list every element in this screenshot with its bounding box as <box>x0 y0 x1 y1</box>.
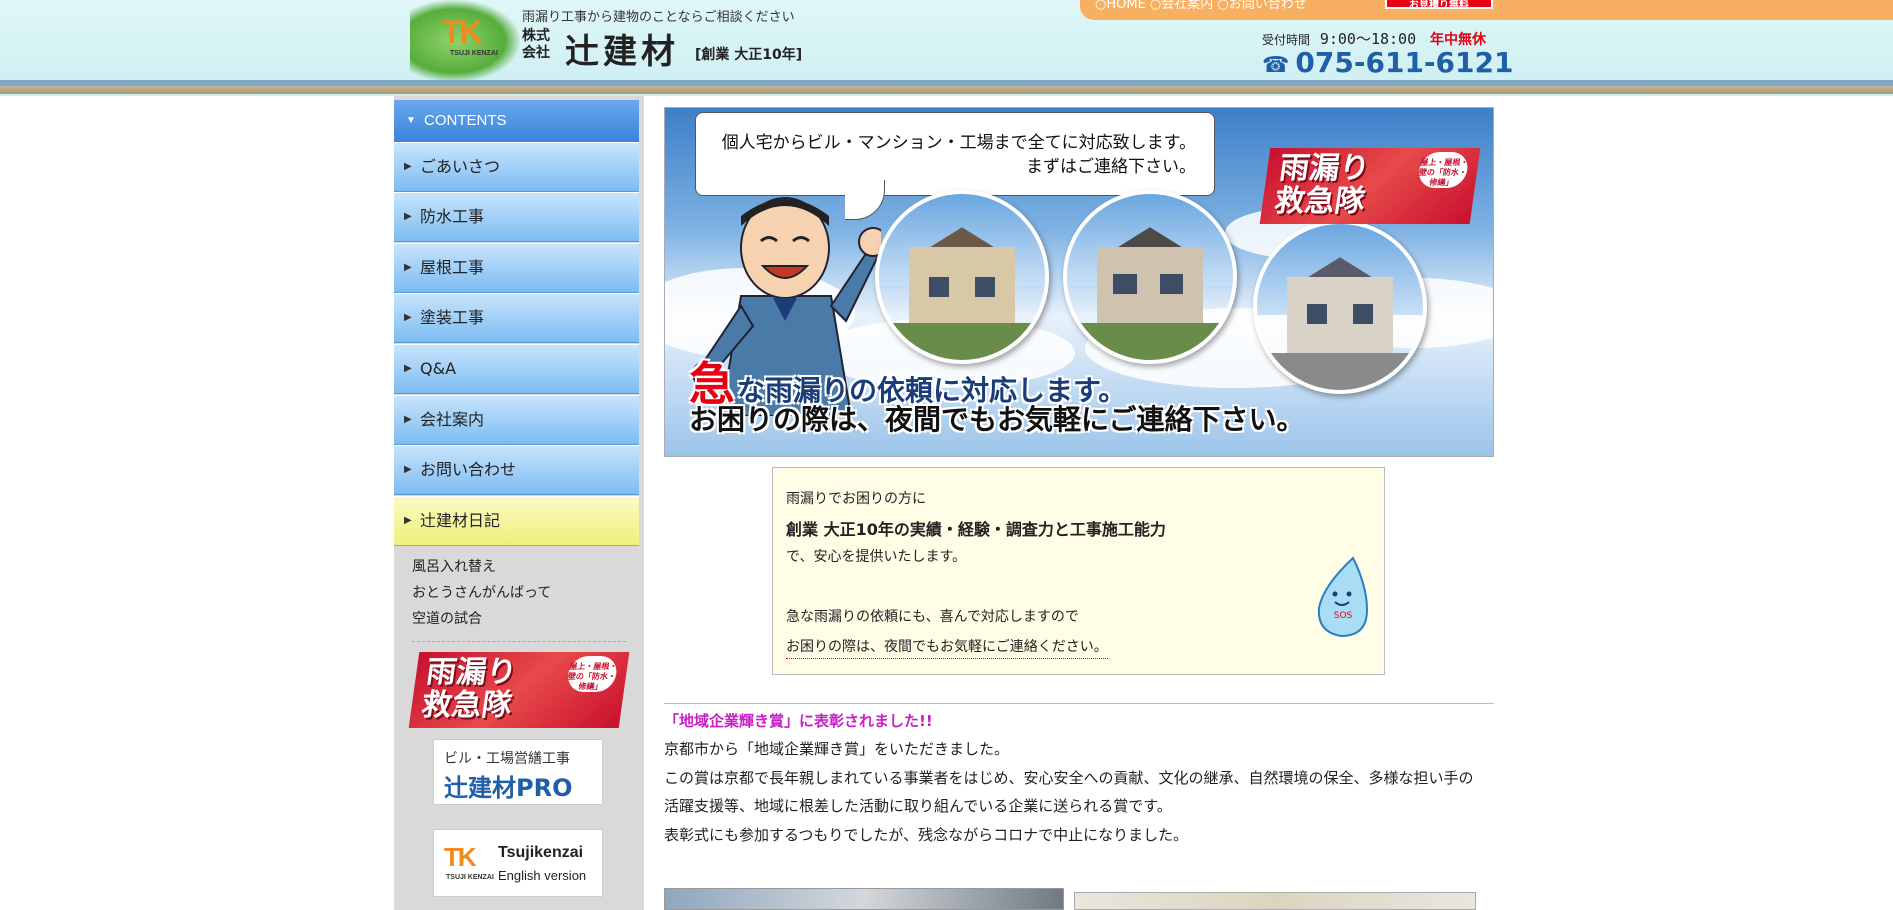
logo-mark-text: TK <box>442 14 483 50</box>
water-drop-mascot-icon: SOS <box>1317 556 1369 638</box>
sidebar-item-label: 防水工事 <box>420 207 485 226</box>
top-nav-links[interactable]: ○HOME ○会社案内 ○お問い合わせ <box>1095 0 1307 12</box>
free-estimate-badge[interactable]: お見積り無料 <box>1385 0 1493 11</box>
triangle-right-icon: ▶ <box>404 414 412 425</box>
phone-text: 075-611-6121 <box>1295 46 1514 79</box>
house-photo <box>875 190 1049 364</box>
news-paragraph: 表彰式にも参加するつもりでしたが、残念ながらコロナで中止になりました。 <box>664 826 1189 844</box>
company-type: 株式会社 <box>522 28 550 61</box>
sidebar-item-label: 辻建材日記 <box>420 511 501 530</box>
sidebar-item-label: ごあいさつ <box>420 157 501 176</box>
triangle-right-icon: ▶ <box>404 211 412 222</box>
en-banner-title: Tsujikenzai <box>498 844 584 861</box>
phone-number[interactable]: ☎ 075-611-6121 <box>1262 46 1513 79</box>
english-version-banner[interactable]: TK TSUJI KENZAI Tsujikenzai English vers… <box>433 829 603 897</box>
hero-subheadline: お困りの際は、夜間でもお気軽にご連絡下さい。 <box>689 403 1305 436</box>
sidebar-item-label: お問い合わせ <box>420 460 517 479</box>
logo-sub-text: TSUJI KENZAI <box>450 50 498 57</box>
speech-bubble: 個人宅からビル・マンション・工場まで全てに対応致します。 まずはご連絡下さい。 <box>695 112 1215 196</box>
company-logo[interactable]: TK TSUJI KENZAI <box>440 14 498 64</box>
rescue-squad-logo: 雨漏り 救急隊 屋上・屋根・壁の「防水・修繕」 <box>1259 148 1481 224</box>
triangle-right-icon: ▶ <box>404 464 412 475</box>
hero-banner: 個人宅からビル・マンション・工場まで全てに対応致します。 まずはご連絡下さい。 … <box>664 107 1494 457</box>
en-banner-logo-sub: TSUJI KENZAI <box>446 874 494 881</box>
rescue-banner-badge: 屋上・屋根・壁の「防水・修繕」 <box>565 656 619 692</box>
bubble-line1: 個人宅からビル・マンション・工場まで全てに対応致します。 <box>721 133 1196 153</box>
intro-line: 雨漏りでお困りの方に <box>786 491 926 507</box>
pro-banner-subtitle: ビル・工場営繕工事 <box>444 751 570 767</box>
news-title: 「地域企業輝き賞」に表彰されました!! <box>664 712 933 730</box>
diary-entry-link[interactable]: 空道の試合 <box>412 608 482 628</box>
sidebar-item-contact[interactable]: ▶ お問い合わせ <box>394 445 639 495</box>
hero-rescue-line2: 救急隊 <box>1272 184 1368 219</box>
news-paragraph: この賞は京都で長年親しまれている事業者をはじめ、安心安全への貢献、文化の継承、自… <box>664 769 1474 787</box>
hero-rescue-line1: 雨漏り <box>1277 151 1372 186</box>
news-photo <box>1074 892 1476 910</box>
pro-banner-title: 辻建材PRO <box>444 774 573 802</box>
hero-rescue-text: 雨漏り 救急隊 <box>1272 151 1372 219</box>
sidebar-item-company[interactable]: ▶ 会社案内 <box>394 395 639 445</box>
header-stripe-tan <box>0 86 1893 94</box>
intro-line: 急な雨漏りの依頼にも、喜んで対応しますので <box>786 609 1079 625</box>
triangle-right-icon: ▶ <box>404 312 412 323</box>
hours-label: 受付時間 <box>1262 33 1311 47</box>
sidebar-item-greeting[interactable]: ▶ ごあいさつ <box>394 142 639 192</box>
intro-line: で、安心を提供いたします。 <box>786 549 967 565</box>
founded-label: [創業 大正10年] <box>695 47 803 63</box>
telephone-icon: ☎ <box>1262 53 1290 78</box>
sidebar-divider <box>412 641 626 642</box>
diary-entry-link[interactable]: おとうさんがんばって <box>412 582 551 602</box>
sidebar: ▼ CONTENTS ▶ ごあいさつ ▶ 防水工事 ▶ 屋根工事 ▶ 塗装工事 … <box>394 96 644 910</box>
en-banner-subtitle: English version <box>498 868 587 883</box>
triangle-right-icon: ▶ <box>404 515 412 526</box>
triangle-right-icon: ▶ <box>404 262 412 273</box>
rescue-banner-text: 雨漏り 救急隊 <box>419 655 519 723</box>
rescue-banner-line1: 雨漏り <box>424 655 519 690</box>
sidebar-item-diary[interactable]: ▶ 辻建材日記 <box>394 496 639 546</box>
drop-label: SOS <box>1334 611 1353 621</box>
hero-rescue-badge: 屋上・屋根・壁の「防水・修繕」 <box>1416 152 1470 188</box>
sidebar-item-roofing[interactable]: ▶ 屋根工事 <box>394 243 639 293</box>
contents-heading: ▼ CONTENTS <box>394 100 639 142</box>
sidebar-item-label: 塗装工事 <box>420 308 485 327</box>
triangle-right-icon: ▶ <box>404 161 412 172</box>
news-paragraph: 京都市から「地域企業輝き賞」をいただきました。 <box>664 740 1010 758</box>
contents-label: CONTENTS <box>424 112 507 129</box>
sidebar-item-waterproofing[interactable]: ▶ 防水工事 <box>394 192 639 242</box>
bubble-line2: まずはご連絡下さい。 <box>1026 157 1196 177</box>
site-header: TK TSUJI KENZAI 雨漏り工事から建物のことならご相談ください 株式… <box>0 0 1893 96</box>
intro-highlight: 創業 大正10年の実績・経験・調査力と工事施工能力 <box>786 520 1166 539</box>
triangle-right-icon: ▶ <box>404 363 412 374</box>
sidebar-item-qa[interactable]: ▶ Q&A <box>394 344 639 394</box>
news-photo <box>664 888 1064 910</box>
pro-site-banner[interactable]: ビル・工場営繕工事 辻建材PRO <box>433 739 603 805</box>
house-photo <box>1253 220 1427 394</box>
sidebar-item-label: 会社案内 <box>420 410 485 429</box>
sidebar-item-label: 屋根工事 <box>420 258 485 277</box>
sidebar-item-painting[interactable]: ▶ 塗装工事 <box>394 293 639 343</box>
company-name: 辻建材 <box>565 32 679 72</box>
news-paragraph: 活躍支援等、地域に根差した活動に取り組んでいる企業に送られる賞です。 <box>664 797 1172 815</box>
rescue-banner-line2: 救急隊 <box>419 688 515 723</box>
intro-box: 雨漏りでお困りの方に 創業 大正10年の実績・経験・調査力と工事施工能力 で、安… <box>772 467 1385 675</box>
rain-leak-rescue-banner[interactable]: 雨漏り 救急隊 屋上・屋根・壁の「防水・修繕」 <box>408 652 630 728</box>
header-tagline: 雨漏り工事から建物のことならご相談ください <box>522 10 795 25</box>
content-divider <box>664 703 1494 704</box>
diary-entry-link[interactable]: 風呂入れ替え <box>412 556 496 576</box>
house-photo <box>1063 190 1237 364</box>
en-banner-logo: TK <box>444 842 477 872</box>
sidebar-item-label: Q&A <box>420 359 457 378</box>
intro-line: お困りの際は、夜間でもお気軽にご連絡ください。 <box>786 636 1108 659</box>
triangle-down-icon: ▼ <box>406 115 416 126</box>
